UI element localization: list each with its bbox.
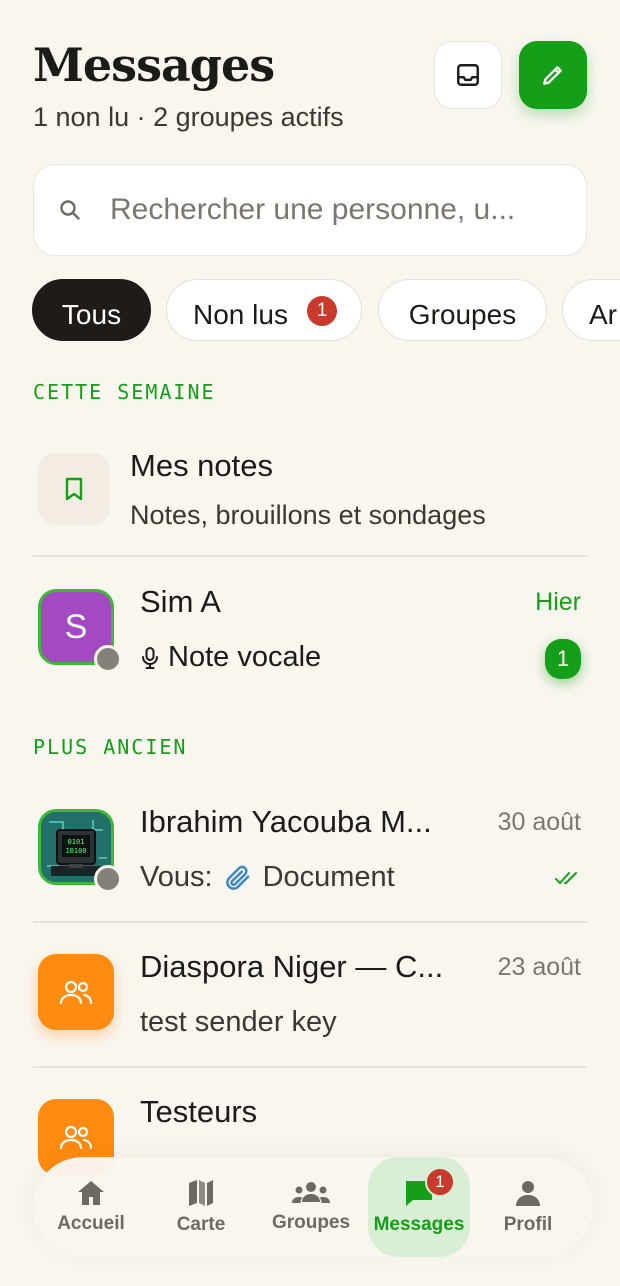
notes-row[interactable]: Mes notes Notes, brouillons et sondages — [33, 430, 587, 550]
people-icon — [292, 1182, 330, 1203]
microphone-icon — [142, 646, 158, 669]
nav-label: Messages — [373, 1214, 465, 1235]
bookmark-icon — [65, 477, 83, 501]
conversation-preview: test sender key — [140, 1006, 337, 1038]
preview-text: Note vocale — [168, 641, 322, 673]
person-icon — [516, 1181, 540, 1206]
svg-text:0101: 0101 — [68, 838, 85, 846]
conversation-time: Hier — [535, 588, 581, 616]
avatar — [38, 954, 114, 1030]
filter-chips: Tous Non lus 1 Groupes Ar — [0, 279, 620, 343]
notes-icon-tile — [38, 453, 110, 525]
nav-label: Profil — [503, 1214, 553, 1235]
nav-item-map[interactable]: Carte — [148, 1157, 254, 1257]
pencil-icon — [543, 66, 562, 85]
group-icon — [59, 980, 93, 1005]
chip-label: Groupes — [408, 299, 517, 330]
section-header: PLUS ANCIEN — [33, 735, 188, 759]
page-subtitle: 1 non lu · 2 groupes actifs — [33, 102, 344, 132]
unread-count-badge: 1 — [307, 296, 337, 326]
preview-prefix: Vous: — [140, 861, 213, 893]
avatar-initial: S — [64, 607, 88, 646]
conversation-row[interactable]: 0101 10100 Ibrahim Yacouba M... 30 août … — [33, 790, 587, 915]
nav-item-groups[interactable]: Groupes — [258, 1157, 364, 1257]
paperclip-icon — [225, 865, 249, 890]
conversation-name: Testeurs — [140, 1094, 258, 1129]
filter-archive-chip[interactable]: Ar — [562, 279, 620, 341]
nav-label: Groupes — [271, 1212, 351, 1233]
chip-label: Non lus — [193, 299, 288, 330]
conversation-preview: Note vocale — [140, 641, 321, 674]
nav-label: Accueil — [57, 1213, 125, 1234]
chip-label: Tous — [61, 299, 122, 330]
notes-title: Mes notes — [130, 448, 274, 483]
search-input[interactable] — [108, 192, 582, 228]
svg-text:10100: 10100 — [65, 847, 86, 855]
presence-dot — [94, 865, 122, 893]
nav-item-home[interactable]: Accueil — [38, 1157, 144, 1257]
group-icon — [59, 1125, 93, 1150]
page-title: Messages — [33, 38, 275, 92]
home-icon — [78, 1181, 104, 1205]
divider — [33, 1066, 587, 1068]
nav-item-profile[interactable]: Profil — [474, 1157, 582, 1257]
divider — [33, 555, 587, 557]
notes-subtitle: Notes, brouillons et sondages — [130, 500, 486, 530]
double-check-icon — [555, 872, 577, 884]
bottom-navigation: Accueil Carte Groupes Messages 1 Profil — [33, 1157, 593, 1257]
compose-button[interactable] — [519, 41, 587, 109]
divider — [33, 921, 587, 923]
conversation-time: 23 août — [497, 953, 581, 981]
filter-unread-chip[interactable]: Non lus 1 — [166, 279, 362, 341]
conversation-name: Sim A — [140, 584, 221, 619]
conversation-preview: Vous: Document — [140, 861, 395, 894]
inbox-button[interactable] — [434, 41, 502, 109]
filter-groups-chip[interactable]: Groupes — [378, 279, 547, 341]
nav-label: Carte — [176, 1214, 226, 1235]
conversation-time: 30 août — [497, 808, 581, 836]
inbox-icon — [457, 64, 479, 86]
nav-badge: 1 — [425, 1167, 455, 1197]
unread-badge: 1 — [545, 639, 581, 679]
conversation-name: Diaspora Niger — C... — [140, 949, 444, 984]
map-icon — [189, 1180, 213, 1206]
preview-text: Document — [262, 861, 395, 893]
section-header: CETTE SEMAINE — [33, 380, 216, 404]
chip-label: Ar — [589, 299, 617, 330]
nav-item-messages[interactable]: Messages 1 — [368, 1157, 470, 1257]
filter-all-chip[interactable]: Tous — [32, 279, 151, 341]
conversation-row[interactable]: S Sim A Hier Note vocale 1 — [33, 570, 587, 695]
search-icon — [60, 200, 80, 220]
presence-dot — [94, 645, 122, 673]
conversation-name: Ibrahim Yacouba M... — [140, 804, 432, 839]
search-bar[interactable] — [33, 164, 587, 256]
conversation-row[interactable]: Diaspora Niger — C... 23 août test sende… — [33, 935, 587, 1060]
